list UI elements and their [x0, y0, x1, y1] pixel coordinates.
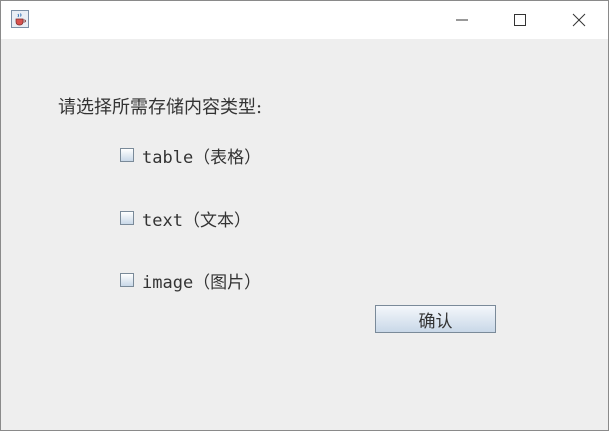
option-table[interactable]: table（表格）	[120, 143, 261, 168]
table-option-label[interactable]: table（表格）	[142, 143, 261, 168]
option-image[interactable]: image（图片）	[120, 268, 261, 293]
table-checkbox[interactable]	[120, 148, 134, 162]
text-checkbox[interactable]	[120, 211, 134, 225]
text-option-label[interactable]: text（文本）	[142, 206, 251, 231]
maximize-button[interactable]	[491, 1, 549, 39]
image-option-label[interactable]: image（图片）	[142, 268, 261, 293]
minimize-icon	[456, 19, 468, 21]
app-window: 请选择所需存储内容类型: table（表格） text（文本） image（图片…	[0, 0, 609, 431]
content-type-prompt: 请选择所需存储内容类型:	[58, 97, 263, 118]
minimize-button[interactable]	[433, 1, 491, 39]
close-icon	[572, 13, 586, 27]
java-coffee-cup-icon[interactable]	[11, 10, 29, 28]
image-checkbox[interactable]	[120, 273, 134, 287]
content-panel: 请选择所需存储内容类型: table（表格） text（文本） image（图片…	[1, 39, 608, 430]
close-button[interactable]	[550, 1, 608, 39]
option-text[interactable]: text（文本）	[120, 206, 251, 231]
title-bar[interactable]	[1, 1, 608, 39]
maximize-icon	[514, 14, 526, 26]
confirm-button[interactable]: 确认	[375, 305, 496, 333]
